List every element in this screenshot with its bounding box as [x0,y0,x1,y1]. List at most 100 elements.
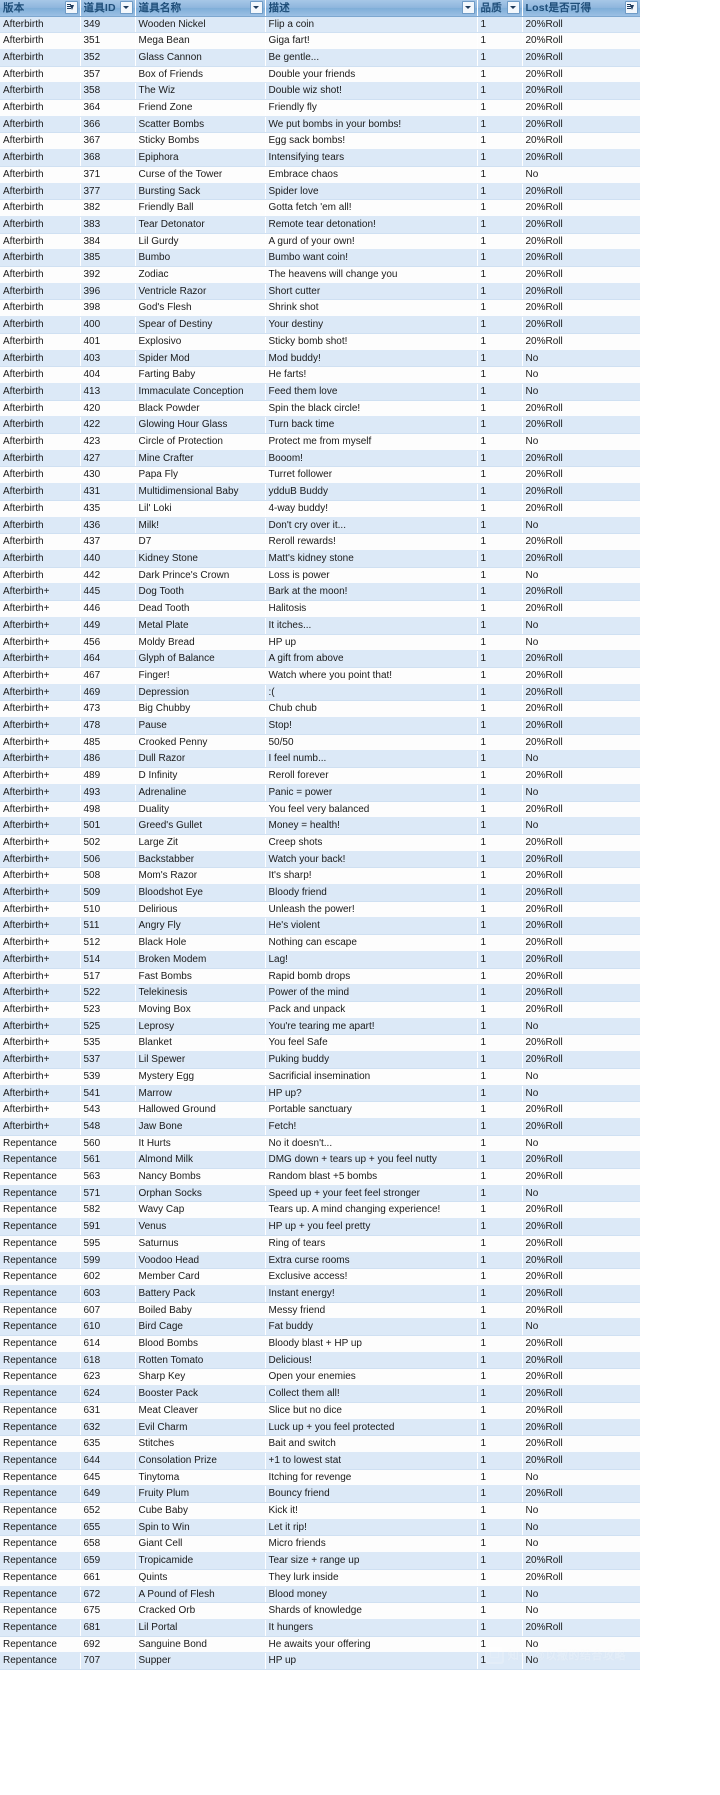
cell-name[interactable]: Depression [135,684,266,702]
cell-id[interactable]: 352 [80,49,136,67]
cell-name[interactable]: Glowing Hour Glass [135,416,266,435]
cell-lost[interactable]: 20%Roll [522,466,640,485]
cell-id[interactable]: 357 [80,66,136,84]
cell-version[interactable]: Afterbirth+ [0,968,81,986]
cell-version[interactable]: Afterbirth [0,466,81,485]
cell-lost[interactable]: No [522,1018,640,1036]
table-row[interactable]: Afterbirth 442 Dark Prince's Crown Loss is … [0,567,640,585]
cell-quality[interactable]: 1 [477,1569,523,1587]
cell-lost[interactable]: 20%Roll [522,533,640,551]
cell-version[interactable]: Repentance [0,1168,81,1186]
cell-desc[interactable]: Mod buddy! [265,350,478,368]
table-row[interactable]: Repentance 661 Quints They lurk inside 1 20%R… [0,1569,640,1587]
cell-quality[interactable]: 1 [477,199,523,217]
cell-name[interactable]: Glass Cannon [135,49,266,67]
cell-desc[interactable]: Messy friend [265,1302,478,1320]
cell-lost[interactable]: 20%Roll [522,700,640,719]
cell-lost[interactable]: 20%Roll [522,650,640,668]
cell-lost[interactable]: 20%Roll [522,1218,640,1236]
cell-id[interactable]: 560 [80,1135,136,1153]
table-row[interactable]: Repentance 675 Cracked Orb Shards of knowle… [0,1602,640,1620]
cell-version[interactable]: Afterbirth [0,383,81,401]
cell-id[interactable]: 366 [80,116,136,134]
cell-id[interactable]: 469 [80,684,136,702]
cell-version[interactable]: Repentance [0,1535,81,1554]
cell-name[interactable]: D Infinity [135,767,266,785]
cell-lost[interactable]: 20%Roll [522,1402,640,1420]
cell-id[interactable]: 358 [80,82,136,101]
table-row[interactable]: Afterbirth 431 Multidimensional Baby ydduB … [0,483,640,501]
cell-id[interactable]: 383 [80,216,136,234]
cell-desc[interactable]: HP up [265,634,478,652]
cell-version[interactable]: Afterbirth+ [0,1068,81,1086]
cell-lost[interactable]: 20%Roll [522,600,640,618]
cell-name[interactable]: Battery Pack [135,1285,266,1303]
cell-name[interactable]: Milk! [135,517,266,535]
cell-id[interactable]: 351 [80,32,136,50]
cell-id[interactable]: 541 [80,1085,136,1103]
table-row[interactable]: Afterbirth+ 467 Finger! Watch where you poi… [0,667,640,685]
cell-id[interactable]: 599 [80,1252,136,1270]
cell-name[interactable]: Glyph of Balance [135,650,266,668]
cell-lost[interactable]: 20%Roll [522,1252,640,1270]
cell-name[interactable]: Delirious [135,901,266,919]
cell-version[interactable]: Afterbirth+ [0,917,81,936]
table-row[interactable]: Afterbirth 396 Ventricle Razor Short cutter… [0,283,640,301]
cell-id[interactable]: 624 [80,1385,136,1403]
cell-lost[interactable]: 20%Roll [522,1051,640,1069]
cell-desc[interactable]: Gotta fetch 'em all! [265,199,478,217]
table-row[interactable]: Afterbirth 392 Zodiac The heavens will chan… [0,266,640,284]
cell-name[interactable]: Evil Charm [135,1419,266,1437]
cell-version[interactable]: Afterbirth+ [0,1085,81,1103]
cell-desc[interactable]: Pack and unpack [265,1001,478,1019]
cell-name[interactable]: Explosivo [135,333,266,351]
table-row[interactable]: Afterbirth 371 Curse of the Tower Embrace c… [0,166,640,184]
table-row[interactable]: Afterbirth 435 Lil' Loki 4-way buddy! 1 20%Ro… [0,500,640,518]
cell-quality[interactable]: 1 [477,550,523,568]
cell-version[interactable]: Repentance [0,1385,81,1403]
cell-id[interactable]: 371 [80,166,136,184]
cell-version[interactable]: Repentance [0,1135,81,1153]
cell-desc[interactable]: Turret follower [265,466,478,485]
cell-desc[interactable]: Extra curse rooms [265,1252,478,1270]
table-row[interactable]: Repentance 632 Evil Charm Luck up + you fee… [0,1419,640,1437]
cell-version[interactable]: Afterbirth [0,416,81,435]
cell-quality[interactable]: 1 [477,299,523,318]
cell-lost[interactable]: 20%Roll [522,1552,640,1570]
cell-id[interactable]: 467 [80,667,136,685]
cell-lost[interactable]: 20%Roll [522,801,640,819]
cell-version[interactable]: Afterbirth [0,400,81,418]
cell-quality[interactable]: 1 [477,583,523,602]
cell-id[interactable]: 539 [80,1068,136,1086]
cell-lost[interactable]: 20%Roll [522,834,640,852]
cell-desc[interactable]: A gift from above [265,650,478,668]
table-row[interactable]: Afterbirth 413 Immaculate Conception Feed t… [0,383,640,401]
cell-lost[interactable]: 20%Roll [522,901,640,919]
cell-lost[interactable]: 20%Roll [522,684,640,702]
cell-lost[interactable]: 20%Roll [522,266,640,284]
cell-lost[interactable]: No [522,634,640,652]
cell-lost[interactable]: 20%Roll [522,1569,640,1587]
cell-quality[interactable]: 1 [477,817,523,835]
cell-lost[interactable]: 20%Roll [522,884,640,902]
cell-lost[interactable]: 20%Roll [522,767,640,785]
cell-quality[interactable]: 1 [477,1285,523,1303]
table-row[interactable]: Afterbirth 357 Box of Friends Double your f… [0,66,640,84]
cell-lost[interactable]: 20%Roll [522,400,640,418]
cell-id[interactable]: 403 [80,350,136,368]
cell-version[interactable]: Afterbirth+ [0,700,81,719]
cell-id[interactable]: 384 [80,233,136,251]
cell-version[interactable]: Afterbirth [0,16,81,34]
cell-name[interactable]: Consolation Prize [135,1452,266,1470]
cell-desc[interactable]: Bloody friend [265,884,478,902]
table-row[interactable]: Afterbirth 382 Friendly Ball Gotta fetch 'e… [0,199,640,217]
cell-name[interactable]: God's Flesh [135,299,266,318]
cell-desc[interactable]: Collect them all! [265,1385,478,1403]
cell-desc[interactable]: Nothing can escape [265,934,478,952]
cell-name[interactable]: Mine Crafter [135,450,266,468]
cell-id[interactable]: 367 [80,132,136,151]
cell-quality[interactable]: 1 [477,784,523,802]
table-row[interactable]: Afterbirth 364 Friend Zone Friendly fly 1 20%… [0,99,640,117]
cell-quality[interactable]: 1 [477,183,523,201]
cell-version[interactable]: Repentance [0,1218,81,1236]
